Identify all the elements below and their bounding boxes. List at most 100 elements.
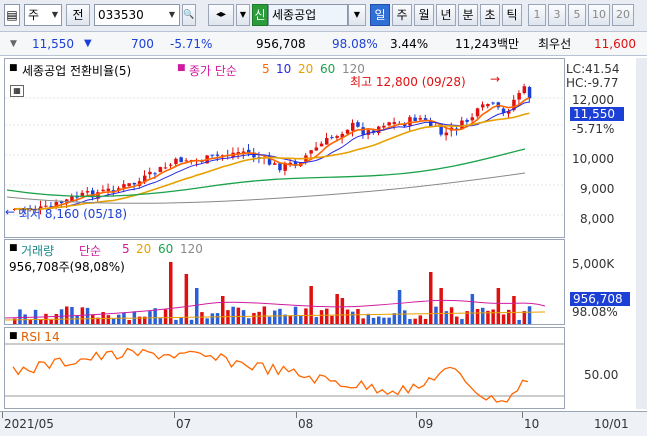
volume-bar	[507, 309, 511, 324]
low-annotation: 최저 8,160 (05/18)	[19, 207, 128, 221]
turnover-percent: 3.44%	[390, 37, 429, 51]
volume-bar	[517, 319, 521, 324]
volume-bullet-icon: ■	[9, 243, 18, 253]
volume-legend-2: 60	[158, 242, 174, 256]
volume-bar	[491, 309, 495, 324]
chevron-down-icon[interactable]: ▼	[49, 5, 61, 25]
volume-bar	[429, 272, 433, 324]
candle	[174, 158, 178, 165]
table-icon[interactable]: ▦	[10, 85, 24, 97]
volume-bar	[117, 314, 121, 324]
volume-bar	[39, 319, 43, 324]
candle	[444, 132, 449, 136]
candle	[319, 143, 324, 147]
candle	[122, 184, 126, 188]
rsi-pane[interactable]: ■ RSI 14	[4, 327, 565, 409]
volume-bar	[200, 312, 204, 324]
volume-bar	[475, 308, 480, 324]
candle	[106, 188, 111, 191]
scrollbar[interactable]	[636, 58, 647, 409]
x-axis: 2021/05 07 08 09 10 10/01	[0, 411, 647, 436]
candle	[387, 122, 391, 126]
rsi-bullet-icon: ■	[9, 331, 18, 341]
volume-current-tag: 956,708	[570, 292, 630, 306]
candle	[356, 122, 360, 127]
volume-bar	[85, 307, 90, 324]
x-tick	[416, 412, 417, 418]
volume-bar	[221, 296, 225, 324]
ma-legend-1: 10	[276, 62, 292, 76]
interval-button-4[interactable]: 20	[612, 4, 634, 26]
period-button-2[interactable]: 월	[414, 4, 434, 26]
period-button-6[interactable]: 틱	[502, 4, 522, 26]
candle	[153, 173, 157, 175]
volume-bar	[455, 316, 459, 324]
candle	[210, 154, 215, 156]
period-button-4[interactable]: 분	[458, 4, 478, 26]
prev-next-icon[interactable]: ◂▸	[208, 4, 234, 26]
history-dropdown-icon[interactable]: ▼	[236, 4, 250, 26]
candle	[330, 137, 334, 139]
volume-bar	[49, 319, 53, 324]
period-button-3[interactable]: 년	[436, 4, 456, 26]
code-dropdown-icon[interactable]: ▼	[166, 5, 178, 25]
price-pane[interactable]: ■ 세종공업 전환비율(5) ■ 종가 단순 5 10 20 60 120 ▦ 최고 1…	[4, 58, 565, 238]
volume-bar	[241, 310, 246, 324]
candle	[273, 163, 277, 165]
market-select-value: 주	[28, 8, 40, 22]
current-pct-tag: -5.71%	[572, 122, 615, 136]
chart-options-icon[interactable]: ▤	[4, 4, 20, 26]
prefix-button[interactable]: 전	[66, 4, 90, 26]
volume-bar	[366, 313, 371, 324]
volume-bar	[174, 319, 178, 324]
x-label-1: 07	[176, 417, 192, 431]
rsi-line	[12, 347, 528, 403]
rsi-axis: 50.00	[566, 327, 636, 409]
volume-tick: 5,000K	[572, 257, 615, 271]
volume-bar	[470, 294, 475, 324]
y-tick-9000: 9,000	[580, 182, 615, 196]
interval-button-1[interactable]: 3	[548, 4, 566, 26]
volume-pane[interactable]: ■ 거래량 단순 5 20 60 120 956,708주(98,08%)	[4, 239, 565, 325]
best-ask-price: 11,600	[594, 37, 636, 51]
candle	[418, 118, 423, 120]
volume-bar	[28, 319, 33, 324]
interval-button-0[interactable]: 1	[528, 4, 546, 26]
volume-bar	[392, 313, 397, 324]
period-button-1[interactable]: 주	[392, 4, 412, 26]
volume-bar	[288, 315, 293, 324]
period-button-0[interactable]: 일	[370, 4, 390, 26]
candle	[309, 150, 313, 154]
interval-button-3[interactable]: 10	[588, 4, 610, 26]
volume-bar	[351, 311, 355, 324]
candle	[179, 157, 183, 163]
company-name-text: 세종공업	[272, 8, 317, 22]
expand-icon[interactable]: ▼	[10, 32, 22, 56]
candle	[486, 103, 490, 107]
rsi-tick: 50.00	[584, 368, 619, 382]
volume-bar	[65, 306, 69, 324]
volume-bar	[257, 311, 261, 324]
volume-axis: 5,000K 956,708 98.08%	[566, 239, 636, 325]
candle	[408, 117, 412, 126]
x-right-label: 10/01	[594, 417, 629, 431]
ma-legend-label: 종가 단순	[189, 64, 237, 78]
company-dropdown-icon[interactable]: ▼	[348, 4, 366, 26]
volume-bar	[481, 307, 485, 324]
period-button-5[interactable]: 초	[480, 4, 500, 26]
volume-bar	[75, 315, 79, 324]
volume-bar	[330, 315, 334, 324]
volume-bar	[252, 312, 256, 324]
x-tick	[174, 412, 175, 418]
volume-bar	[434, 306, 438, 324]
ma-legend-2: 20	[298, 62, 314, 76]
volume-bar	[304, 308, 308, 324]
volume-legend-1: 20	[136, 242, 152, 256]
search-icon[interactable]: 🔍	[182, 4, 196, 26]
volume-bar	[299, 315, 303, 324]
volume-bar	[179, 317, 183, 324]
company-name: 세종공업	[268, 4, 348, 26]
volume-bar	[403, 310, 407, 324]
x-tick	[296, 412, 297, 418]
interval-button-2[interactable]: 5	[568, 4, 586, 26]
